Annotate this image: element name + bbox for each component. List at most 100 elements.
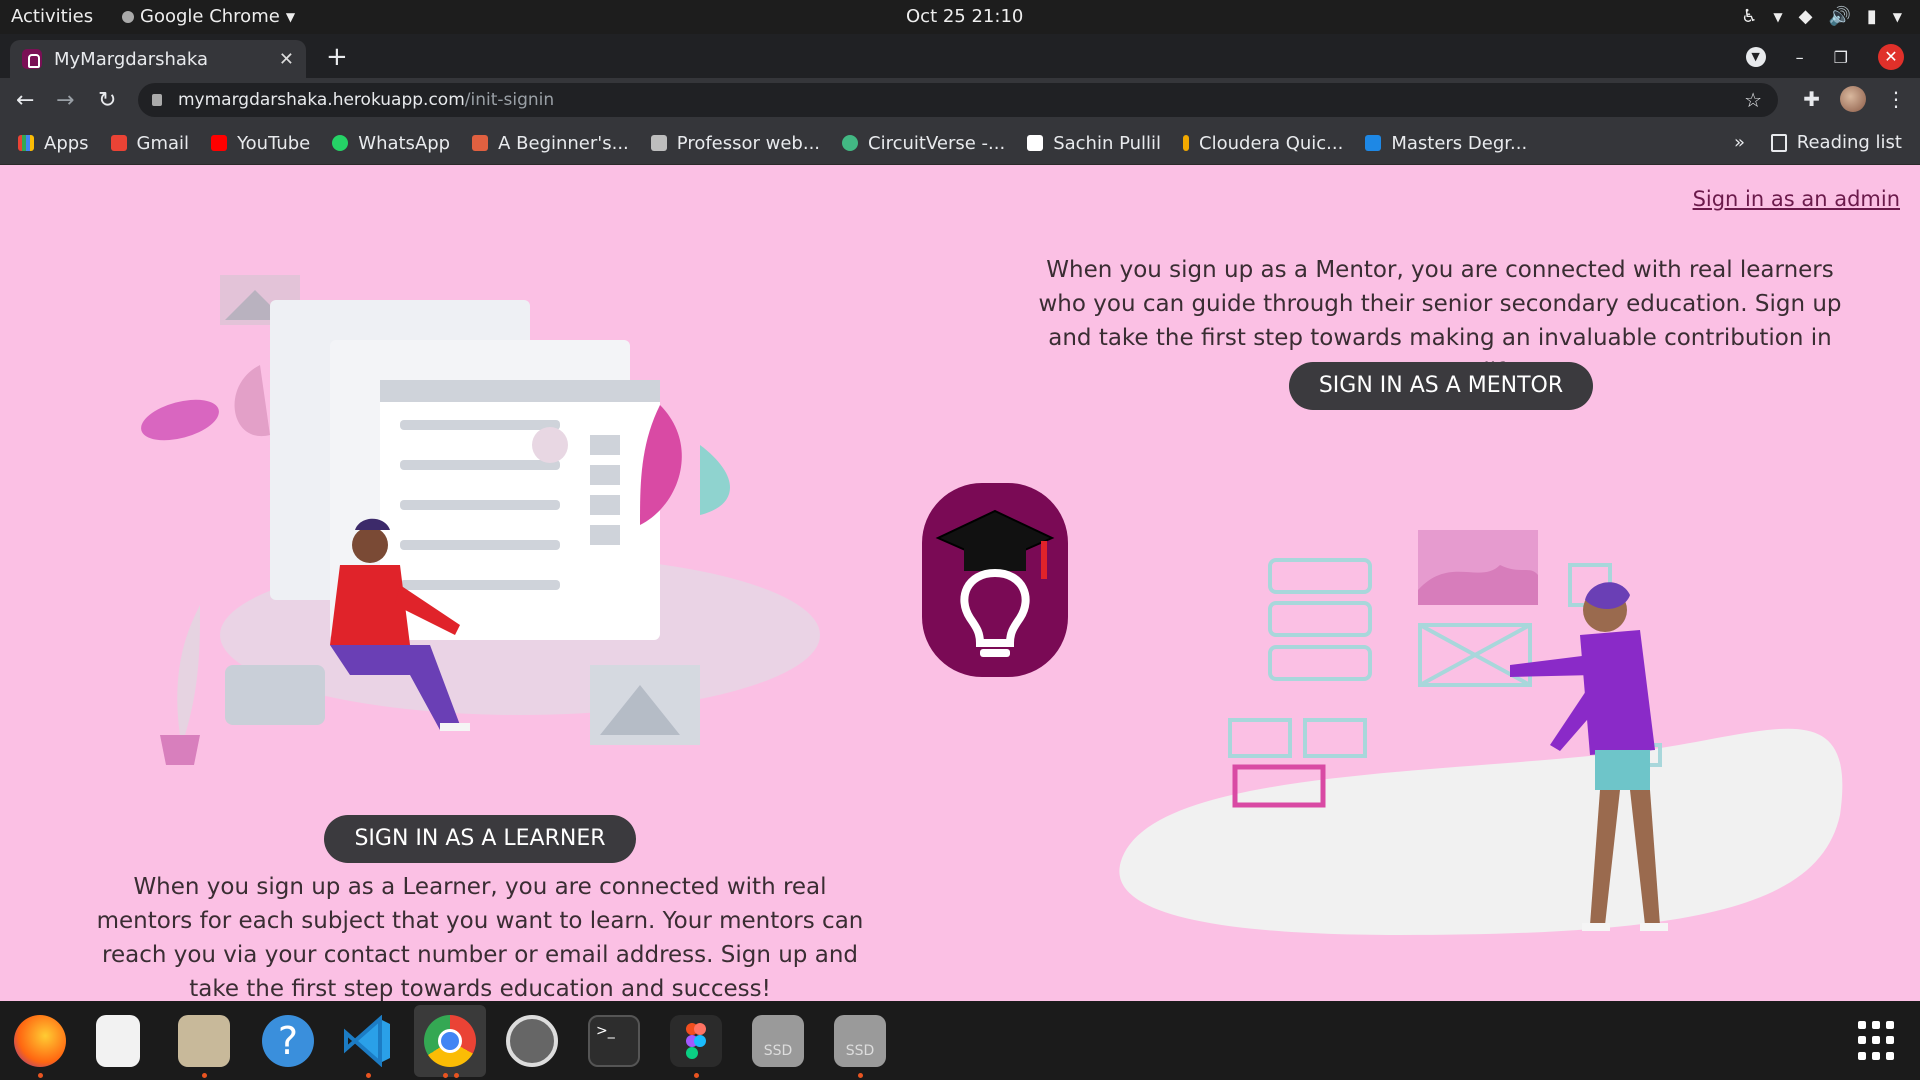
learner-description: When you sign up as a Learner, you are c… xyxy=(96,874,864,1001)
app-menu-label: Google Chrome xyxy=(140,6,280,27)
bookmark-apps[interactable]: Apps xyxy=(18,133,89,154)
menu-kebab-icon[interactable]: ⋮ xyxy=(1886,87,1906,111)
signin-page: Sign in as an admin When you sign up as … xyxy=(0,165,1920,1001)
address-bar[interactable]: mymargdarshaka.herokuapp.com/init-signin… xyxy=(138,83,1778,117)
reading-list-icon xyxy=(1770,133,1787,152)
forward-button[interactable]: → xyxy=(56,88,74,113)
mentor-illustration xyxy=(1119,530,1843,935)
chrome-center xyxy=(438,1029,462,1053)
maximize-button[interactable]: ❐ xyxy=(1834,48,1848,67)
download-icon[interactable]: ▼ xyxy=(1745,47,1766,67)
terminal-icon[interactable]: >_ xyxy=(588,1015,640,1067)
vscode-icon[interactable] xyxy=(342,1014,394,1068)
running-indicator xyxy=(202,1073,207,1078)
ssd-label: SSD xyxy=(845,1043,875,1059)
clock[interactable]: Oct 25 21:10 xyxy=(906,6,1023,27)
mentor-signin-button[interactable]: SIGN IN AS A MENTOR xyxy=(1289,362,1593,410)
gmail-icon xyxy=(110,135,127,151)
battery-icon: ▮ xyxy=(1866,6,1877,27)
vscode-glyph xyxy=(344,1014,390,1068)
learner-signin-button[interactable]: SIGN IN AS A LEARNER xyxy=(324,815,636,863)
chevron-down-icon: ▼ xyxy=(285,9,296,24)
firefox-icon[interactable] xyxy=(14,1015,66,1067)
activities-button[interactable]: Activities xyxy=(11,6,93,27)
running-indicator xyxy=(694,1073,699,1078)
bookmark-circuitverse[interactable]: CircuitVerse -... xyxy=(842,133,1005,154)
chrome-icon[interactable] xyxy=(424,1015,476,1067)
circuitverse-icon xyxy=(842,135,859,151)
reading-list-button[interactable]: Reading list xyxy=(1770,132,1902,153)
system-tray[interactable]: ♿ ▼ ◆ 🔊 ▮ ▼ xyxy=(1741,6,1902,27)
figma-icon[interactable] xyxy=(670,1015,722,1067)
text-editor-icon[interactable] xyxy=(96,1015,140,1067)
running-indicator xyxy=(443,1073,448,1078)
bookmark-sachin-pullil[interactable]: Sachin Pullil xyxy=(1027,133,1161,154)
help-icon[interactable]: ? xyxy=(262,1015,314,1067)
chevron-down-icon: ▼ xyxy=(1773,9,1783,24)
bookmark-label: Professor web... xyxy=(676,132,821,154)
chrome-small-icon xyxy=(122,10,134,23)
extensions-icon[interactable]: ✚ xyxy=(1803,87,1820,111)
running-indicator xyxy=(858,1073,863,1078)
bookmark-gmail[interactable]: Gmail xyxy=(110,132,190,154)
settings-icon[interactable] xyxy=(506,1015,558,1067)
bookmark-label: Apps xyxy=(44,132,89,154)
ubuntu-dock: ? >_ SSD SSD xyxy=(0,1001,1920,1080)
bookmarks-overflow-button[interactable]: » xyxy=(1734,132,1745,153)
reading-list-label: Reading list xyxy=(1796,132,1902,153)
youtube-icon xyxy=(211,135,228,151)
ssd-drive-icon[interactable]: SSD xyxy=(834,1015,886,1067)
bookmark-beginners[interactable]: A Beginner's... xyxy=(472,133,629,154)
volume-icon: 🔊 xyxy=(1828,6,1851,27)
accessibility-icon[interactable]: ♿ xyxy=(1741,6,1757,27)
tab-title: MyMargdarshaka xyxy=(54,48,209,70)
admin-signin-link[interactable]: Sign in as an admin xyxy=(1693,187,1900,211)
bookmark-star-icon[interactable]: ☆ xyxy=(1744,88,1762,112)
bookmark-label: WhatsApp xyxy=(358,132,451,154)
reload-button[interactable]: ↻ xyxy=(98,88,116,113)
bookmark-whatsapp[interactable]: WhatsApp xyxy=(332,133,450,154)
bookmark-label: Cloudera Quic... xyxy=(1199,132,1344,154)
beginners-site-icon xyxy=(472,135,489,151)
bookmark-label: Sachin Pullil xyxy=(1053,132,1162,154)
sp-logo-icon xyxy=(1027,135,1044,151)
window-controls: ▼ – ❐ ✕ xyxy=(1745,44,1904,70)
bookmark-label: Masters Degr... xyxy=(1391,132,1528,154)
files-icon[interactable] xyxy=(178,1015,230,1067)
app-menu[interactable]: Google Chrome ▼ xyxy=(122,6,295,27)
whatsapp-icon xyxy=(332,135,349,151)
bookmark-youtube[interactable]: YouTube xyxy=(211,133,310,154)
bookmark-label: YouTube xyxy=(237,132,311,154)
tab-mymargdarshaka[interactable]: MyMargdarshaka ✕ xyxy=(10,40,306,78)
mymargdarshaka-logo xyxy=(922,483,1068,677)
bookmarks-bar: Apps Gmail YouTube WhatsApp A Beginner's… xyxy=(0,122,1920,165)
system-top-bar: Activities Google Chrome ▼ Oct 25 21:10 … xyxy=(0,0,1920,34)
show-applications-icon[interactable] xyxy=(1858,1021,1898,1061)
lock-icon[interactable] xyxy=(152,94,162,106)
chevron-down-icon: ▼ xyxy=(1892,9,1902,24)
minimize-button[interactable]: – xyxy=(1796,48,1804,67)
back-button[interactable]: ← xyxy=(16,88,34,113)
bookmark-professor-web[interactable]: Professor web... xyxy=(650,132,821,154)
close-window-button[interactable]: ✕ xyxy=(1878,44,1904,70)
bookmark-masters-degree[interactable]: Masters Degr... xyxy=(1365,133,1527,154)
masters-site-icon xyxy=(1365,135,1382,151)
learner-illustration xyxy=(141,275,820,765)
profile-avatar[interactable] xyxy=(1840,86,1866,112)
running-indicator xyxy=(38,1073,43,1078)
url-host: mymargdarshaka.herokuapp.com xyxy=(178,90,465,110)
bookmark-cloudera[interactable]: Cloudera Quic... xyxy=(1183,133,1343,154)
new-tab-button[interactable]: + xyxy=(326,42,348,72)
folder-icon xyxy=(650,135,667,151)
bookmark-label: CircuitVerse -... xyxy=(868,132,1006,154)
ssd-label: SSD xyxy=(763,1043,793,1059)
cloudera-icon xyxy=(1183,135,1190,151)
graduation-bulb-icon xyxy=(935,509,1055,657)
close-tab-icon[interactable]: ✕ xyxy=(279,49,294,70)
site-favicon-icon xyxy=(22,49,42,69)
apps-grid-icon xyxy=(18,135,34,151)
bookmark-label: Gmail xyxy=(136,132,190,154)
url-path: /init-signin xyxy=(464,90,555,110)
running-indicator xyxy=(366,1073,371,1078)
ssd-drive-icon[interactable]: SSD xyxy=(752,1015,804,1067)
